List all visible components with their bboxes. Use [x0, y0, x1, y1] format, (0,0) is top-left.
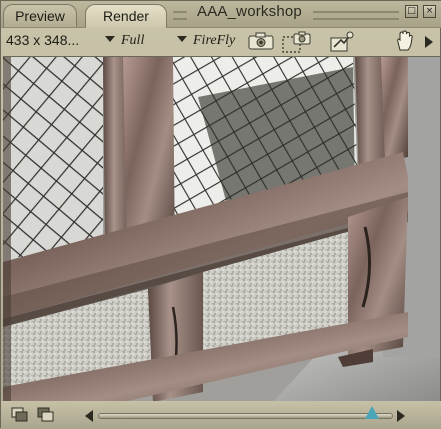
render-camera-icon[interactable] — [248, 30, 274, 52]
close-icon[interactable]: × — [423, 5, 436, 18]
render-history-icon[interactable] — [11, 407, 29, 423]
rendered-image — [3, 57, 440, 402]
render-settings-icon[interactable] — [329, 30, 355, 54]
bottom-bar — [1, 401, 441, 429]
compare-renders-icon[interactable] — [37, 407, 55, 423]
maximize-icon[interactable]: □ — [405, 5, 418, 18]
tab-bar: Preview Render AAA_workshop □ × — [1, 1, 441, 28]
title-grip[interactable] — [313, 11, 399, 20]
area-render-icon[interactable] — [282, 30, 312, 54]
expand-arrow-icon[interactable] — [424, 35, 434, 49]
tab-render[interactable]: Render — [85, 4, 167, 28]
render-size-value: Full — [121, 33, 145, 48]
render-size-dropdown[interactable]: Full — [105, 33, 144, 49]
slider-thumb[interactable] — [365, 406, 380, 419]
render-viewport[interactable] — [3, 56, 440, 402]
slider-left-arrow-icon[interactable] — [85, 410, 93, 422]
render-window: Preview Render AAA_workshop □ × 433 x 34… — [0, 0, 441, 429]
hand-pan-icon[interactable] — [395, 30, 415, 52]
window-title: AAA_workshop — [197, 3, 302, 20]
renderer-dropdown[interactable]: FireFly — [177, 33, 235, 49]
chevron-down-icon — [105, 36, 115, 42]
tab-preview[interactable]: Preview — [3, 4, 77, 27]
title-grip[interactable] — [173, 11, 187, 20]
chevron-down-icon — [177, 36, 187, 42]
render-toolbar: 433 x 348... Full FireFly — [1, 28, 441, 55]
slider-right-arrow-icon[interactable] — [397, 410, 405, 422]
render-resolution[interactable]: 433 x 348... — [6, 32, 79, 48]
render-history-slider[interactable] — [98, 413, 393, 419]
renderer-value: FireFly — [193, 33, 236, 48]
